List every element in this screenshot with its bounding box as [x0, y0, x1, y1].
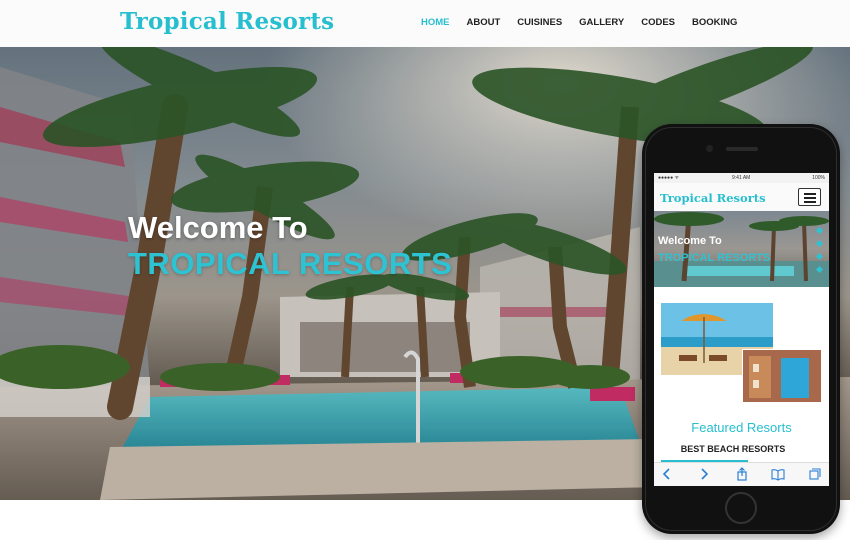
- phone-screen: ●●●●● ᯤ 9:41 AM 100% Tropical Resorts We…: [654, 173, 829, 486]
- nav-booking[interactable]: BOOKING: [692, 17, 737, 28]
- nav-about[interactable]: ABOUT: [467, 17, 501, 28]
- browser-toolbar: [654, 462, 829, 486]
- hero-welcome-text: Welcome To: [128, 210, 308, 245]
- resort-pool-image[interactable]: [742, 349, 822, 403]
- carousel-dot[interactable]: [815, 265, 824, 274]
- site-header: Tropical Resorts HOME ABOUT CUISINES GAL…: [0, 0, 850, 47]
- carousel-dot[interactable]: [815, 252, 824, 261]
- nav-codes[interactable]: CODES: [641, 17, 675, 28]
- site-logo[interactable]: Tropical Resorts: [120, 8, 334, 35]
- status-time: 9:41 AM: [732, 175, 751, 181]
- mobile-header: Tropical Resorts: [654, 183, 829, 211]
- share-icon[interactable]: [734, 466, 750, 482]
- phone-speaker: [726, 147, 758, 151]
- mobile-hero-brand: TROPICAL RESORTS: [658, 252, 771, 264]
- battery-indicator: 100%: [812, 175, 825, 181]
- signal-indicator: ●●●●● ᯤ: [658, 175, 680, 181]
- carousel-indicators: [815, 226, 824, 280]
- tabs-icon[interactable]: [807, 466, 823, 482]
- mobile-hero: Welcome To TROPICAL RESORTS: [654, 211, 829, 287]
- back-icon[interactable]: [659, 466, 675, 482]
- mobile-hero-image: [654, 212, 829, 287]
- hamburger-menu-icon[interactable]: [798, 188, 821, 206]
- carousel-dot[interactable]: [815, 226, 824, 235]
- featured-subheading: BEST BEACH RESORTS: [680, 444, 786, 454]
- phone-home-button[interactable]: [725, 492, 757, 524]
- bookmarks-icon[interactable]: [770, 466, 786, 482]
- nav-home[interactable]: HOME: [421, 17, 450, 28]
- main-nav: HOME ABOUT CUISINES GALLERY CODES BOOKIN…: [421, 17, 754, 28]
- hero-brand-text: TROPICAL RESORTS: [128, 246, 453, 281]
- nav-gallery[interactable]: GALLERY: [579, 17, 624, 28]
- phone-camera: [706, 145, 713, 152]
- phone-mockup: ●●●●● ᯤ 9:41 AM 100% Tropical Resorts We…: [642, 124, 840, 534]
- mobile-logo[interactable]: Tropical Resorts: [660, 191, 766, 205]
- nav-cuisines[interactable]: CUISINES: [517, 17, 562, 28]
- forward-icon[interactable]: [696, 466, 712, 482]
- featured-resorts-heading: Featured Resorts: [691, 420, 792, 435]
- mobile-status-bar: ●●●●● ᯤ 9:41 AM 100%: [654, 173, 829, 183]
- carousel-dot[interactable]: [815, 239, 824, 248]
- mobile-hero-welcome: Welcome To: [658, 235, 722, 247]
